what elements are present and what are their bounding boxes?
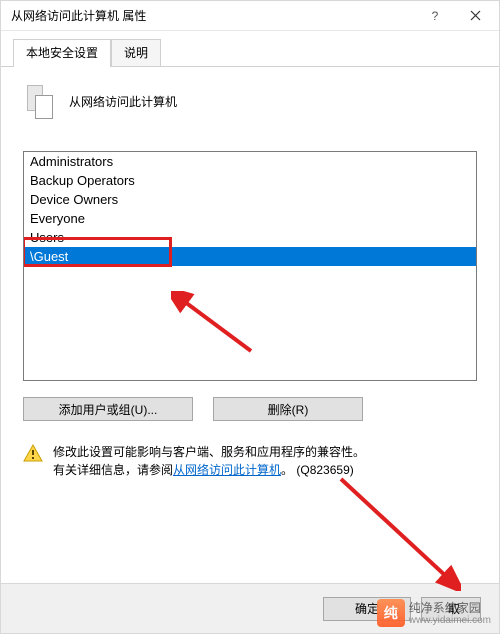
annotation-arrow-2 [331, 471, 461, 591]
warning-line2-suffix: 。 (Q823659) [281, 463, 354, 477]
policy-icon [23, 81, 55, 121]
list-buttons: 添加用户或组(U)... 删除(R) [23, 397, 477, 421]
list-item[interactable]: Users [24, 228, 476, 247]
tab-explain[interactable]: 说明 [111, 39, 161, 66]
warning-link[interactable]: 从网络访问此计算机 [173, 463, 281, 477]
policy-header: 从网络访问此计算机 [23, 81, 477, 121]
warning-icon [23, 443, 43, 463]
list-item[interactable]: Device Owners [24, 190, 476, 209]
warning-text: 修改此设置可能影响与客户端、服务和应用程序的兼容性。 有关详细信息，请参阅从网络… [53, 443, 365, 479]
dialog-footer: 确定 取 [1, 583, 499, 633]
list-item[interactable]: Administrators [24, 152, 476, 171]
list-item-selected[interactable]: \Guest [24, 247, 476, 266]
warning-note: 修改此设置可能影响与客户端、服务和应用程序的兼容性。 有关详细信息，请参阅从网络… [23, 443, 477, 479]
tab-content: 从网络访问此计算机 Administrators Backup Operator… [1, 67, 499, 479]
warning-line2-prefix: 有关详细信息，请参阅 [53, 463, 173, 477]
help-icon: ? [429, 10, 441, 22]
svg-text:?: ? [432, 10, 439, 22]
titlebar: 从网络访问此计算机 属性 ? [1, 1, 499, 31]
warning-line1: 修改此设置可能影响与客户端、服务和应用程序的兼容性。 [53, 445, 365, 459]
ok-button[interactable]: 确定 [323, 597, 411, 621]
tab-strip: 本地安全设置 说明 [1, 31, 499, 67]
tab-local-security[interactable]: 本地安全设置 [13, 39, 111, 67]
policy-title: 从网络访问此计算机 [69, 93, 177, 110]
cancel-button[interactable]: 取 [421, 597, 481, 621]
window-title: 从网络访问此计算机 属性 [11, 7, 415, 24]
delete-button[interactable]: 删除(R) [213, 397, 363, 421]
list-item[interactable]: Backup Operators [24, 171, 476, 190]
close-button[interactable] [455, 2, 495, 30]
add-user-button[interactable]: 添加用户或组(U)... [23, 397, 193, 421]
help-button[interactable]: ? [415, 2, 455, 30]
list-item[interactable]: Everyone [24, 209, 476, 228]
close-icon [470, 10, 481, 21]
user-list[interactable]: Administrators Backup Operators Device O… [23, 151, 477, 381]
